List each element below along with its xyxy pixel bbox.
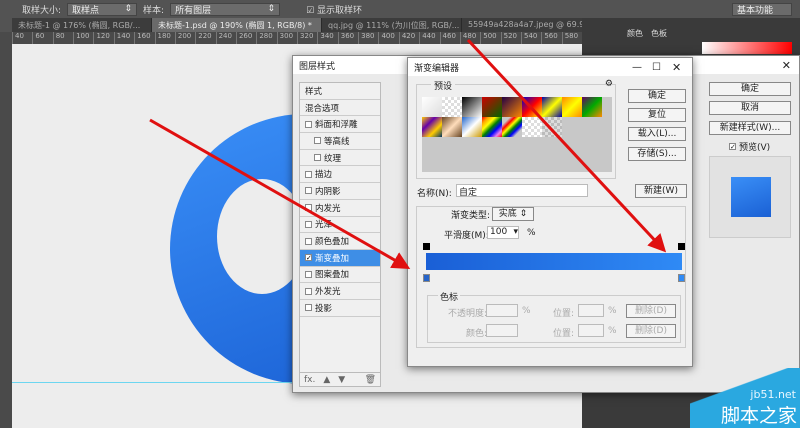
annotation-arrows	[149, 38, 667, 269]
watermark-text: 脚本之家	[720, 405, 797, 427]
red-arrow-right	[466, 38, 667, 253]
watermark: jb51.net 脚本之家	[690, 368, 800, 428]
red-arrow-left	[149, 118, 411, 269]
watermark-url: jb51.net	[750, 388, 796, 401]
